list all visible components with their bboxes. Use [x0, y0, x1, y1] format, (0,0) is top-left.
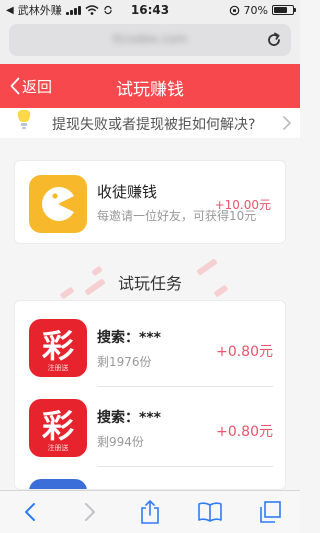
browser-toolbar: [0, 490, 300, 533]
tabs-icon: [260, 501, 281, 523]
battery-icon: [272, 5, 296, 15]
help-link[interactable]: 提现失败或者提现被拒如何解决?: [0, 108, 300, 138]
chevron-left-icon: [10, 77, 20, 95]
tabs-button[interactable]: [250, 492, 290, 532]
invite-app-icon: [29, 175, 87, 233]
invite-reward: +10.00元: [214, 198, 271, 212]
reload-icon[interactable]: [264, 30, 284, 50]
status-right: 70%: [184, 3, 296, 17]
chevron-right-icon: [283, 116, 291, 130]
task-reward: +0.80元: [216, 344, 273, 360]
section-heading: 试玩任务: [0, 258, 300, 302]
lottery-app-icon: 彩 注册送: [29, 319, 87, 377]
back-nav-button[interactable]: [10, 492, 50, 532]
wifi-icon: [85, 5, 99, 15]
task-title: 搜索：***: [97, 330, 161, 346]
task-item[interactable]: 彩 注册送 搜索：*** 剩1976份 +0.80元: [15, 307, 285, 387]
share-button[interactable]: [130, 492, 170, 532]
battery-percent: 70%: [243, 3, 268, 17]
carrier-label: 武林外赚: [17, 4, 62, 17]
lottery-icon-char: 彩: [41, 407, 74, 445]
task-item[interactable]: 彩 注册送 搜索：*** 剩994份 +0.80元: [15, 387, 285, 467]
lottery-icon-sub: 注册送: [47, 444, 69, 452]
task-list: 彩 注册送 搜索：*** 剩1976份 +0.80元 彩 注册送 搜索：*** …: [14, 300, 286, 490]
chevron-right-icon: [85, 503, 95, 521]
help-text: 提现失败或者提现被拒如何解决?: [52, 117, 256, 133]
lottery-app-icon: 彩 注册送: [29, 399, 87, 457]
signal-icon: [65, 5, 81, 15]
lottery-icon-sub: 注册送: [47, 364, 69, 372]
status-bar: ◀ 武林外赚 16:43 70%: [0, 0, 300, 20]
invite-card[interactable]: 收徒赚钱 每邀请一位好友，可获得10元 +10.00元: [14, 160, 286, 244]
pacman-icon: [42, 187, 74, 221]
status-left: ◀ 武林外赚: [6, 2, 116, 18]
chevron-left-icon: [25, 503, 35, 521]
sync-icon: [104, 5, 112, 15]
orientation-lock-icon: [229, 5, 239, 15]
book-icon: [198, 502, 222, 522]
task-title: 搜索：***: [97, 410, 161, 426]
back-button[interactable]: 返回: [10, 76, 52, 96]
address-field[interactable]: ttcodex.com: [9, 24, 291, 56]
back-label: 返回: [22, 77, 53, 96]
share-icon: [141, 500, 159, 524]
forward-nav-button[interactable]: [70, 492, 110, 532]
lightbulb-icon: [17, 110, 31, 129]
address-url: ttcodex.com: [112, 32, 188, 46]
battery-fill: [274, 7, 287, 13]
lottery-icon-char: 彩: [41, 327, 74, 365]
browser-address-area: ttcodex.com: [0, 20, 300, 64]
bookmarks-button[interactable]: [190, 492, 230, 532]
app-header: 返回 试玩赚钱: [0, 64, 300, 108]
task-remaining: 剩994份: [97, 435, 144, 449]
back-to-app-icon[interactable]: ◀: [6, 5, 14, 16]
status-time: 16:43: [130, 3, 170, 17]
section-title: 试玩任务: [117, 274, 182, 293]
task-remaining: 剩1976份: [97, 355, 152, 369]
task-reward: +0.80元: [216, 424, 273, 440]
partial-app-icon: [29, 479, 87, 489]
invite-title: 收徒赚钱: [97, 183, 158, 201]
divider: [97, 466, 273, 467]
